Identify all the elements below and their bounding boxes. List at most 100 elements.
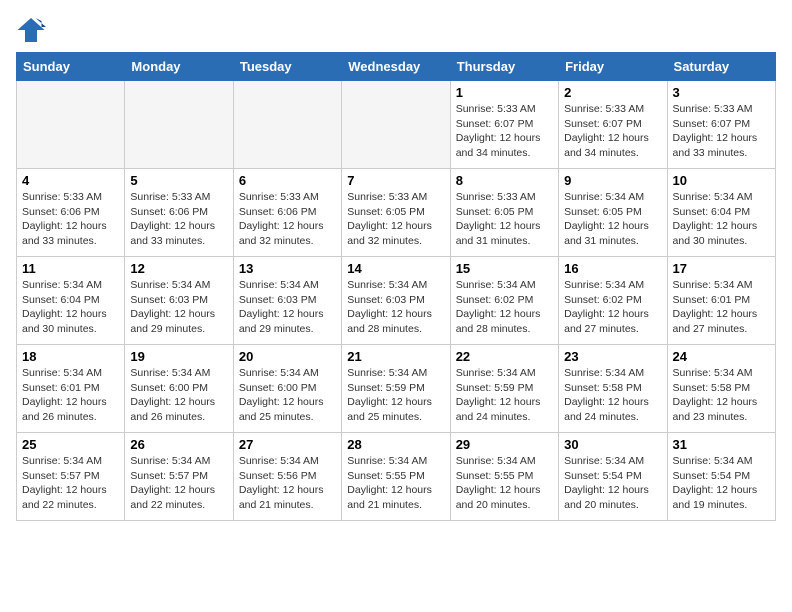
day-number: 3 — [673, 85, 770, 100]
day-number: 16 — [564, 261, 661, 276]
calendar-cell: 6Sunrise: 5:33 AM Sunset: 6:06 PM Daylig… — [233, 169, 341, 257]
day-info: Sunrise: 5:34 AM Sunset: 5:58 PM Dayligh… — [564, 366, 661, 425]
header-monday: Monday — [125, 53, 233, 81]
day-number: 29 — [456, 437, 553, 452]
calendar-cell: 28 Sunrise: 5:34 AM Sunset: 5:55 PM Dayli… — [342, 433, 450, 521]
day-info: Sunrise: 5:34 AM Sunset: 6:03 PM Dayligh… — [239, 278, 336, 337]
calendar-cell: 1 Sunrise: 5:33 AM Sunset: 6:07 PM Daylig… — [450, 81, 558, 169]
day-number: 24 — [673, 349, 770, 364]
header-wednesday: Wednesday — [342, 53, 450, 81]
logo — [16, 16, 50, 44]
calendar-cell: 29 Sunrise: 5:34 AM Sunset: 5:55 PM Dayli… — [450, 433, 558, 521]
calendar-cell: 16 Sunrise: 5:34 AM Sunset: 6:02 PM Dayli… — [559, 257, 667, 345]
day-number: 18 — [22, 349, 119, 364]
day-number: 14 — [347, 261, 444, 276]
calendar-cell: 8Sunrise: 5:33 AM Sunset: 6:05 PM Daylig… — [450, 169, 558, 257]
day-info: Sunrise: 5:34 AM Sunset: 5:56 PM Dayligh… — [239, 454, 336, 513]
calendar-cell: 26 Sunrise: 5:34 AM Sunset: 5:57 PM Dayli… — [125, 433, 233, 521]
day-info: Sunrise: 5:34 AM Sunset: 6:03 PM Dayligh… — [130, 278, 227, 337]
day-info: Sunrise: 5:34 AM Sunset: 6:02 PM Dayligh… — [456, 278, 553, 337]
day-info: Sunrise: 5:34 AM Sunset: 5:58 PM Dayligh… — [673, 366, 770, 425]
week-row-1: 4 Sunrise: 5:33 AM Sunset: 6:06 PM Daylig… — [17, 169, 776, 257]
calendar-cell: 9 Sunrise: 5:34 AM Sunset: 6:05 PM Daylig… — [559, 169, 667, 257]
week-row-0: 1 Sunrise: 5:33 AM Sunset: 6:07 PM Daylig… — [17, 81, 776, 169]
day-info: Sunrise: 5:34 AM Sunset: 6:05 PM Dayligh… — [564, 190, 661, 249]
day-number: 11 — [22, 261, 119, 276]
calendar-cell: 18Sunrise: 5:34 AM Sunset: 6:01 PM Dayli… — [17, 345, 125, 433]
day-number: 2 — [564, 85, 661, 100]
day-info: Sunrise: 5:33 AM Sunset: 6:06 PM Dayligh… — [130, 190, 227, 249]
calendar-cell: 3Sunrise: 5:33 AM Sunset: 6:07 PM Daylig… — [667, 81, 775, 169]
day-number: 28 — [347, 437, 444, 452]
day-number: 7 — [347, 173, 444, 188]
calendar-cell: 20Sunrise: 5:34 AM Sunset: 6:00 PM Dayli… — [233, 345, 341, 433]
day-info: Sunrise: 5:34 AM Sunset: 6:03 PM Dayligh… — [347, 278, 444, 337]
day-number: 20 — [239, 349, 336, 364]
calendar-cell — [342, 81, 450, 169]
day-info: Sunrise: 5:33 AM Sunset: 6:05 PM Dayligh… — [456, 190, 553, 249]
day-number: 30 — [564, 437, 661, 452]
day-number: 15 — [456, 261, 553, 276]
day-number: 19 — [130, 349, 227, 364]
page-header — [16, 16, 776, 44]
day-info: Sunrise: 5:34 AM Sunset: 5:59 PM Dayligh… — [456, 366, 553, 425]
day-info: Sunrise: 5:34 AM Sunset: 6:00 PM Dayligh… — [130, 366, 227, 425]
day-info: Sunrise: 5:33 AM Sunset: 6:06 PM Dayligh… — [22, 190, 119, 249]
header-row: SundayMondayTuesdayWednesdayThursdayFrid… — [17, 53, 776, 81]
calendar-cell: 22 Sunrise: 5:34 AM Sunset: 5:59 PM Dayli… — [450, 345, 558, 433]
day-info: Sunrise: 5:34 AM Sunset: 5:55 PM Dayligh… — [456, 454, 553, 513]
day-info: Sunrise: 5:34 AM Sunset: 6:04 PM Dayligh… — [673, 190, 770, 249]
header-thursday: Thursday — [450, 53, 558, 81]
day-info: Sunrise: 5:34 AM Sunset: 5:54 PM Dayligh… — [673, 454, 770, 513]
day-number: 1 — [456, 85, 553, 100]
calendar-cell: 4 Sunrise: 5:33 AM Sunset: 6:06 PM Daylig… — [17, 169, 125, 257]
calendar-cell: 27 Sunrise: 5:34 AM Sunset: 5:56 PM Dayli… — [233, 433, 341, 521]
day-number: 31 — [673, 437, 770, 452]
calendar-cell: 7 Sunrise: 5:33 AM Sunset: 6:05 PM Daylig… — [342, 169, 450, 257]
day-number: 27 — [239, 437, 336, 452]
header-friday: Friday — [559, 53, 667, 81]
day-info: Sunrise: 5:34 AM Sunset: 5:54 PM Dayligh… — [564, 454, 661, 513]
day-number: 25 — [22, 437, 119, 452]
calendar-table: SundayMondayTuesdayWednesdayThursdayFrid… — [16, 52, 776, 521]
calendar-cell: 5 Sunrise: 5:33 AM Sunset: 6:06 PM Daylig… — [125, 169, 233, 257]
calendar-cell: 2 Sunrise: 5:33 AM Sunset: 6:07 PM Daylig… — [559, 81, 667, 169]
calendar-cell: 24 Sunrise: 5:34 AM Sunset: 5:58 PM Dayli… — [667, 345, 775, 433]
calendar-cell: 11Sunrise: 5:34 AM Sunset: 6:04 PM Dayli… — [17, 257, 125, 345]
calendar-cell: 23 Sunrise: 5:34 AM Sunset: 5:58 PM Dayli… — [559, 345, 667, 433]
day-info: Sunrise: 5:34 AM Sunset: 5:57 PM Dayligh… — [130, 454, 227, 513]
calendar-cell — [125, 81, 233, 169]
calendar-cell: 13 Sunrise: 5:34 AM Sunset: 6:03 PM Dayli… — [233, 257, 341, 345]
day-number: 6 — [239, 173, 336, 188]
day-info: Sunrise: 5:33 AM Sunset: 6:07 PM Dayligh… — [456, 102, 553, 161]
day-number: 13 — [239, 261, 336, 276]
day-number: 5 — [130, 173, 227, 188]
day-info: Sunrise: 5:33 AM Sunset: 6:07 PM Dayligh… — [564, 102, 661, 161]
day-info: Sunrise: 5:33 AM Sunset: 6:05 PM Dayligh… — [347, 190, 444, 249]
calendar-cell: 14 Sunrise: 5:34 AM Sunset: 6:03 PM Dayli… — [342, 257, 450, 345]
day-info: Sunrise: 5:34 AM Sunset: 6:02 PM Dayligh… — [564, 278, 661, 337]
day-info: Sunrise: 5:34 AM Sunset: 5:55 PM Dayligh… — [347, 454, 444, 513]
header-tuesday: Tuesday — [233, 53, 341, 81]
week-row-2: 11Sunrise: 5:34 AM Sunset: 6:04 PM Dayli… — [17, 257, 776, 345]
day-info: Sunrise: 5:34 AM Sunset: 6:01 PM Dayligh… — [673, 278, 770, 337]
calendar-cell: 21Sunrise: 5:34 AM Sunset: 5:59 PM Dayli… — [342, 345, 450, 433]
calendar-cell: 25 Sunrise: 5:34 AM Sunset: 5:57 PM Dayli… — [17, 433, 125, 521]
day-number: 4 — [22, 173, 119, 188]
day-number: 22 — [456, 349, 553, 364]
week-row-3: 18Sunrise: 5:34 AM Sunset: 6:01 PM Dayli… — [17, 345, 776, 433]
day-number: 9 — [564, 173, 661, 188]
day-number: 26 — [130, 437, 227, 452]
header-saturday: Saturday — [667, 53, 775, 81]
day-number: 10 — [673, 173, 770, 188]
calendar-cell: 15 Sunrise: 5:34 AM Sunset: 6:02 PM Dayli… — [450, 257, 558, 345]
calendar-cell: 17 Sunrise: 5:34 AM Sunset: 6:01 PM Dayli… — [667, 257, 775, 345]
day-info: Sunrise: 5:34 AM Sunset: 5:57 PM Dayligh… — [22, 454, 119, 513]
calendar-cell: 10 Sunrise: 5:34 AM Sunset: 6:04 PM Dayli… — [667, 169, 775, 257]
day-number: 17 — [673, 261, 770, 276]
calendar-cell — [233, 81, 341, 169]
day-number: 23 — [564, 349, 661, 364]
week-row-4: 25 Sunrise: 5:34 AM Sunset: 5:57 PM Dayli… — [17, 433, 776, 521]
day-number: 12 — [130, 261, 227, 276]
calendar-cell: 31 Sunrise: 5:34 AM Sunset: 5:54 PM Dayli… — [667, 433, 775, 521]
